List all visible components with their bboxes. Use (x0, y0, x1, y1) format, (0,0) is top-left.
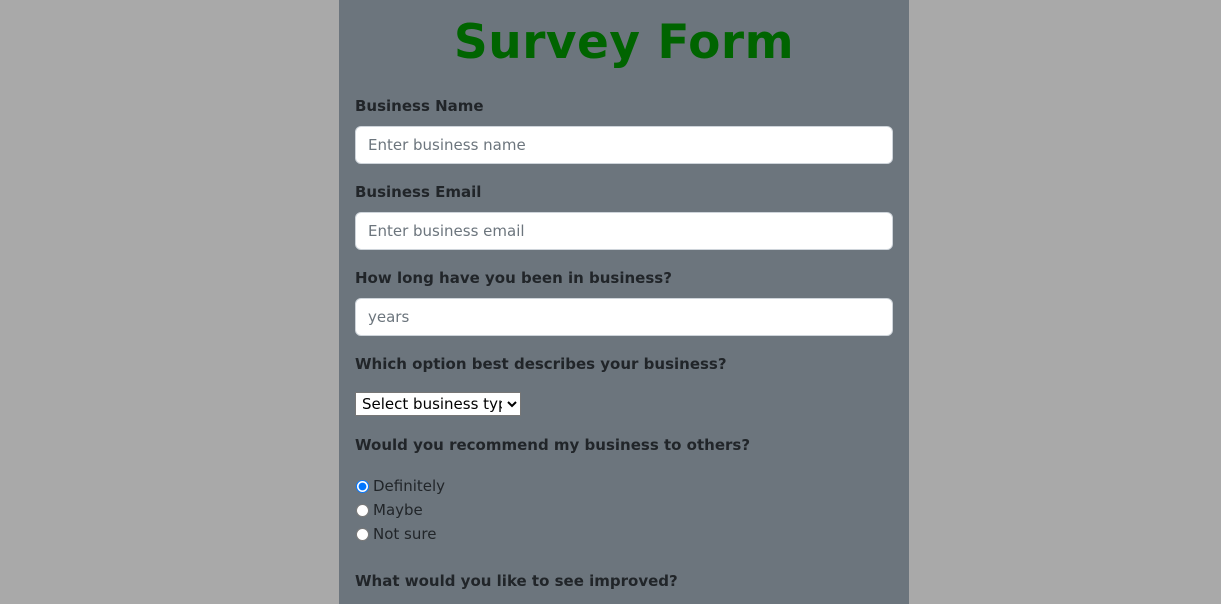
recommend-option-not-sure[interactable]: Not sure (355, 522, 750, 546)
recommend-option-definitely[interactable]: Definitely (355, 474, 750, 498)
business-email-group: Business Email (355, 182, 893, 250)
years-in-business-input[interactable] (355, 298, 893, 336)
business-name-group: Business Name (355, 96, 893, 164)
business-name-input[interactable] (355, 126, 893, 164)
business-type-label: Which option best describes your busines… (355, 355, 727, 373)
page-title: Survey Form (453, 15, 795, 70)
recommend-radio-group: Definitely Maybe Not sure (355, 474, 750, 546)
recommend-option-maybe[interactable]: Maybe (355, 498, 750, 522)
recommend-group: Would you recommend my business to other… (355, 435, 750, 546)
business-name-label: Business Name (355, 97, 484, 115)
recommend-radio-definitely[interactable] (356, 479, 369, 493)
business-email-label: Business Email (355, 183, 482, 201)
improvements-group: What would you like to see improved? (355, 571, 678, 591)
business-email-input[interactable] (355, 212, 893, 250)
recommend-option-label: Not sure (373, 525, 437, 543)
business-type-select[interactable]: Select business type (355, 392, 521, 416)
years-in-business-label: How long have you been in business? (355, 269, 672, 287)
business-type-group: Which option best describes your busines… (355, 354, 727, 416)
recommend-radio-maybe[interactable] (356, 503, 369, 517)
survey-form-panel: Survey Form Business Name Business Email… (339, 0, 909, 604)
years-in-business-group: How long have you been in business? (355, 268, 893, 336)
recommend-radio-not-sure[interactable] (356, 527, 369, 541)
recommend-option-label: Definitely (373, 477, 446, 495)
recommend-label: Would you recommend my business to other… (355, 436, 751, 454)
improvements-label: What would you like to see improved? (355, 572, 678, 590)
recommend-option-label: Maybe (373, 501, 423, 519)
